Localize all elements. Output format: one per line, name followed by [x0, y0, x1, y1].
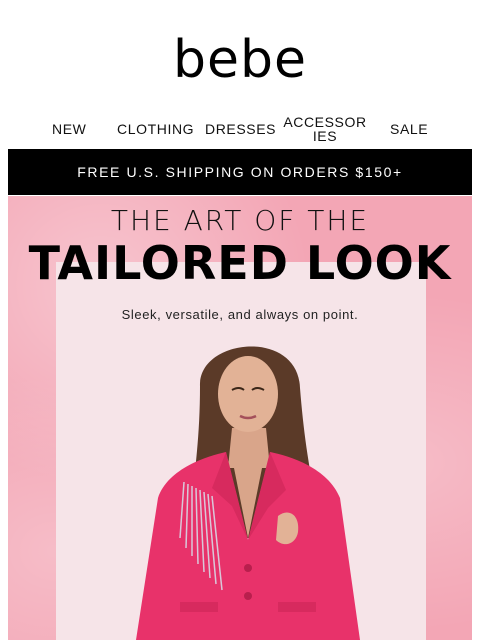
brand-logo[interactable]: bebe: [0, 30, 480, 90]
model-image: [136, 346, 360, 640]
nav-item-clothing[interactable]: CLOTHING: [117, 122, 194, 136]
model-face: [218, 356, 278, 432]
nav-item-dresses[interactable]: DRESSES: [205, 122, 276, 136]
logo-text: bebe: [173, 30, 307, 90]
hero-headline-top: THE ART OF THE: [110, 204, 370, 237]
main-nav: NEW CLOTHING DRESSES ACCESSORIES SALE: [0, 112, 480, 146]
free-shipping-banner[interactable]: FREE U.S. SHIPPING ON ORDERS $150+: [8, 149, 472, 195]
nav-item-new[interactable]: NEW: [52, 122, 86, 136]
nav-item-sale[interactable]: SALE: [390, 122, 428, 136]
hero-banner[interactable]: THE ART OF THE TAILORED LOOK Sleek, vers…: [8, 196, 472, 640]
hero-headline-main: TAILORED LOOK: [28, 236, 452, 290]
free-shipping-text: FREE U.S. SHIPPING ON ORDERS $150+: [77, 164, 403, 180]
hero-subheadline: Sleek, versatile, and always on point.: [121, 307, 359, 322]
nav-item-accessories[interactable]: ACCESSORIES: [283, 115, 367, 143]
